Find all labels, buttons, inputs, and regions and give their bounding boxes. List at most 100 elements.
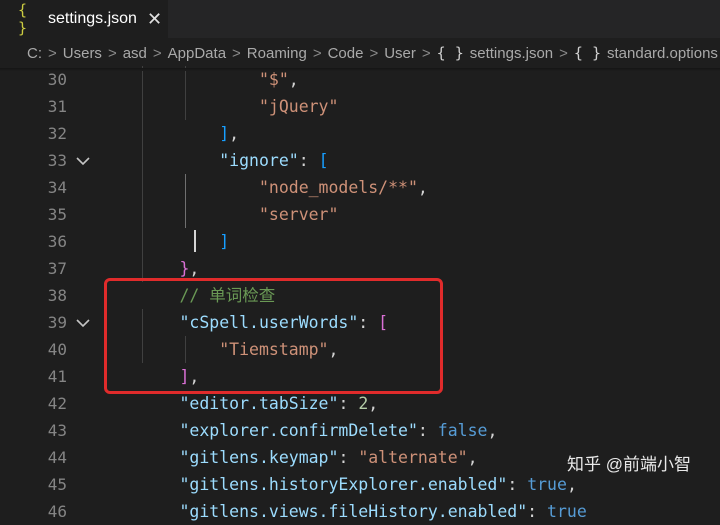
code-token: "editor.tabSize" (179, 394, 339, 413)
line-number: 44 (47, 448, 67, 467)
code-line[interactable]: 35 "server" (0, 201, 720, 228)
breadcrumb-item[interactable]: asd (123, 45, 147, 62)
breadcrumb-separator: > (232, 44, 241, 62)
code-token: true (527, 475, 567, 494)
code-token: : (338, 394, 359, 413)
line-number: 41 (47, 367, 67, 386)
line-number: 42 (47, 394, 67, 413)
code-line[interactable]: 33 "ignore": [ (0, 147, 720, 174)
code-token: "jQuery" (258, 97, 339, 116)
tab-bar: { } settings.json ✕ (0, 0, 720, 38)
watermark: 知乎 @前端小智 (567, 455, 691, 474)
code-token: , (467, 448, 478, 467)
breadcrumb-separator: > (559, 44, 568, 62)
fold-chevron-down-icon[interactable] (76, 316, 90, 330)
code-token: 2 (358, 394, 369, 413)
breadcrumb: C: > Users > asd > AppData > Roaming > Code > User > {… (0, 38, 720, 68)
code-token: , (566, 475, 577, 494)
line-number: 40 (47, 340, 67, 359)
code-token: "server" (258, 205, 339, 224)
code-line[interactable]: 31 "jQuery" (0, 93, 720, 120)
code-text: "gitlens.views.fileHistory.enabled": tru… (100, 498, 587, 525)
line-number: 35 (47, 205, 67, 224)
object-braces-icon: { } (573, 44, 601, 62)
line-number: 37 (47, 259, 67, 278)
json-braces-icon: { } (436, 44, 464, 62)
code-token: [ (318, 151, 329, 170)
code-token: "gitlens.keymap" (179, 448, 339, 467)
code-token: "alternate" (358, 448, 468, 467)
code-text: "explorer.confirmDelete": false, (100, 417, 497, 444)
tab-settings-json[interactable]: { } settings.json ✕ (0, 0, 168, 38)
line-number: 36 (47, 232, 67, 251)
breadcrumb-item[interactable]: Roaming (247, 45, 307, 62)
code-token: } (179, 259, 190, 278)
breadcrumb-item[interactable]: Users (63, 45, 102, 62)
code-token: : (417, 421, 438, 440)
line-number: 33 (47, 151, 67, 170)
code-token: , (417, 178, 428, 197)
breadcrumb-item[interactable]: User (384, 45, 416, 62)
code-text: "gitlens.keymap": "alternate", (100, 444, 478, 471)
breadcrumb-item[interactable]: AppData (168, 45, 226, 62)
breadcrumb-separator: > (107, 44, 117, 62)
breadcrumb-separator: > (369, 44, 379, 62)
code-text: ] (100, 228, 229, 255)
fold-chevron-down-icon[interactable] (76, 154, 90, 168)
code-token: : (527, 502, 548, 521)
line-number: 46 (47, 502, 67, 521)
code-token: "gitlens.views.fileHistory.enabled" (179, 502, 528, 521)
code-line[interactable]: 46 "gitlens.views.fileHistory.enabled": … (0, 498, 720, 525)
line-number: 34 (47, 178, 67, 197)
code-line[interactable]: 43 "explorer.confirmDelete": false, (0, 417, 720, 444)
code-text: "jQuery" (100, 93, 338, 120)
code-text: "gitlens.historyExplorer.enabled": true, (100, 471, 577, 498)
code-line[interactable]: 42 "editor.tabSize": 2, (0, 390, 720, 417)
code-token: false (437, 421, 488, 440)
code-text: "node_models/**", (100, 174, 428, 201)
close-icon[interactable]: ✕ (147, 9, 162, 30)
text-cursor (194, 230, 196, 252)
breadcrumb-separator: > (421, 44, 431, 62)
breadcrumb-item[interactable]: settings.json (470, 45, 553, 62)
code-line[interactable]: 32 ], (0, 120, 720, 147)
code-token: "ignore" (219, 151, 299, 170)
breadcrumb-shadow (0, 68, 720, 71)
code-token: "gitlens.historyExplorer.enabled" (179, 475, 508, 494)
code-token: ] (219, 232, 230, 251)
breadcrumb-item[interactable]: Code (328, 45, 364, 62)
code-token: "$" (258, 70, 289, 89)
code-token: "explorer.confirmDelete" (179, 421, 418, 440)
line-number: 32 (47, 124, 67, 143)
code-line[interactable]: 36 ] (0, 228, 720, 255)
breadcrumb-item[interactable]: C: (27, 45, 42, 62)
tab-label: settings.json (48, 10, 137, 27)
line-number: 43 (47, 421, 67, 440)
code-token: , (288, 70, 299, 89)
code-text: "ignore": [ (100, 147, 329, 174)
code-token: : (338, 448, 359, 467)
code-editor[interactable]: 30 "$", 31 "jQuery" 32 ], 33 "ignore": [34 … (0, 66, 720, 521)
code-line[interactable]: 34 "node_models/**", (0, 174, 720, 201)
code-token: : (298, 151, 319, 170)
line-number: 31 (47, 97, 67, 116)
breadcrumb-separator: > (48, 44, 57, 62)
breadcrumb-item[interactable]: standard.options (607, 45, 718, 62)
line-number: 45 (47, 475, 67, 494)
code-line[interactable]: 45 "gitlens.historyExplorer.enabled": tr… (0, 471, 720, 498)
breadcrumb-separator: > (312, 44, 322, 62)
json-braces-icon: { } (18, 1, 28, 37)
code-token: true (547, 502, 587, 521)
highlight-box (104, 278, 443, 394)
code-token: , (229, 124, 240, 143)
code-token: , (189, 259, 200, 278)
line-number: 38 (47, 286, 67, 305)
